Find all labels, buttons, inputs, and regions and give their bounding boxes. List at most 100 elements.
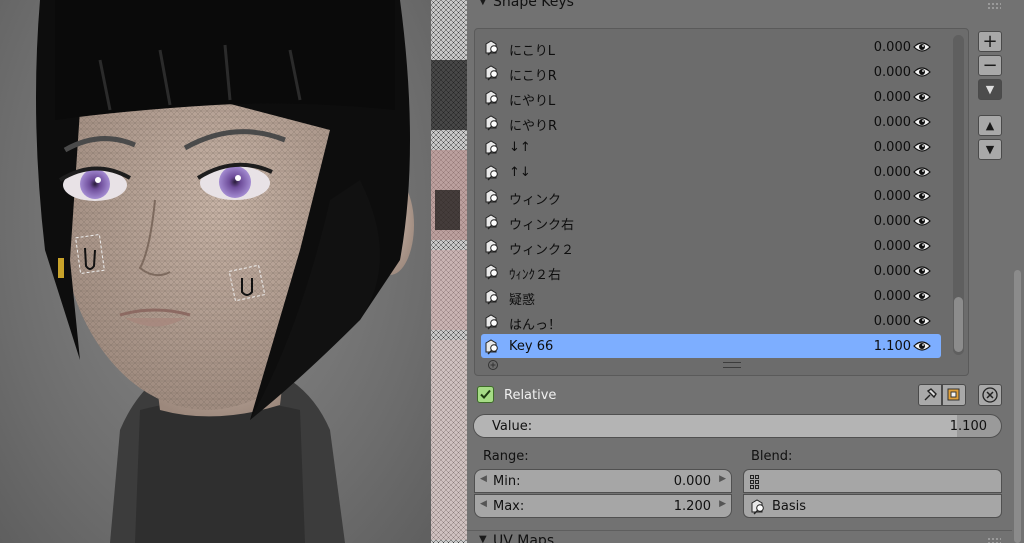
shape-key-name[interactable]: にやりR	[509, 115, 557, 134]
collapse-triangle-icon[interactable]: ▼	[479, 0, 487, 7]
dropdown-arrow-icon: ▼	[985, 83, 995, 96]
shape-key-icon	[483, 64, 501, 81]
eye-icon[interactable]	[913, 239, 931, 253]
min-value: 0.000	[673, 474, 711, 489]
shape-key-lock-button[interactable]	[918, 384, 942, 406]
shape-key-value[interactable]: 1.100	[853, 339, 911, 354]
shape-key-name[interactable]: ウィンク	[509, 189, 561, 208]
shape-key-row[interactable]: にこりR 0.000	[481, 60, 941, 84]
shape-key-name[interactable]: ｳｨﾝｸ２右	[509, 264, 561, 283]
shape-key-row[interactable]: ↓↑ 0.000	[481, 135, 941, 159]
list-scrollbar-thumb[interactable]	[954, 297, 963, 352]
shape-key-name[interactable]: ウィンク右	[509, 214, 574, 233]
relative-key-field[interactable]: Basis	[743, 494, 1002, 518]
shape-key-value-slider[interactable]: Value: 1.100	[473, 414, 1002, 438]
shape-key-row[interactable]: にやりL 0.000	[481, 85, 941, 109]
shape-key-value[interactable]: 0.000	[853, 165, 911, 180]
shape-key-edit-mode-button[interactable]	[942, 384, 966, 406]
shape-key-row[interactable]: ウィンク 0.000	[481, 184, 941, 208]
shape-key-icon	[483, 39, 501, 56]
shape-key-name[interactable]: Key 66	[509, 339, 553, 354]
eye-icon[interactable]	[913, 115, 931, 129]
properties-scrollbar[interactable]	[1014, 270, 1021, 543]
shape-key-row[interactable]: にこりL 0.000	[481, 35, 941, 59]
relative-key-value: Basis	[772, 499, 807, 514]
shape-key-row[interactable]: ウィンク２ 0.000	[481, 234, 941, 258]
increment-arrow-icon[interactable]: ▶	[719, 499, 726, 509]
relative-checkbox[interactable]	[477, 386, 494, 403]
eye-icon[interactable]	[913, 214, 931, 228]
shape-key-row[interactable]: ウィンク右 0.000	[481, 209, 941, 233]
vertex-group-icon	[750, 475, 759, 489]
eye-icon[interactable]	[913, 165, 931, 179]
shape-key-name[interactable]: にこりR	[509, 65, 557, 84]
eye-icon[interactable]	[913, 314, 931, 328]
shape-key-value[interactable]: 0.000	[853, 239, 911, 254]
shape-key-list[interactable]: にこりL 0.000 にこりR 0.000 にやりL 0.000 にやりR 0.000 ↓↑ 0.…	[474, 28, 969, 376]
vertex-group-field[interactable]	[743, 469, 1002, 493]
properties-panel: ▼ Shape Keys にこりL 0.000 にこりR 0.000 にやりL 0.000…	[467, 0, 1024, 543]
list-resize-handle[interactable]	[723, 362, 741, 368]
shape-key-name[interactable]: にやりL	[509, 90, 555, 109]
shape-key-value[interactable]: 0.000	[853, 214, 911, 229]
minus-icon: −	[982, 54, 998, 76]
shape-key-specials-menu-button[interactable]: ▼	[978, 79, 1002, 100]
decrement-arrow-icon[interactable]: ◀	[480, 499, 487, 509]
shape-key-name[interactable]: にこりL	[509, 40, 555, 59]
shape-keys-header[interactable]: ▼ Shape Keys	[467, 0, 1012, 14]
shape-key-row[interactable]: はんっ！ 0.000	[481, 309, 941, 333]
eye-icon[interactable]	[913, 289, 931, 303]
eye-icon[interactable]	[913, 189, 931, 203]
collapse-triangle-icon[interactable]: ▼	[479, 534, 487, 543]
shape-key-value[interactable]: 0.000	[853, 314, 911, 329]
range-min-field[interactable]: ◀ Min: 0.000 ▶	[474, 469, 732, 493]
shape-key-value[interactable]: 0.000	[853, 189, 911, 204]
shape-key-name[interactable]: はんっ！	[509, 314, 561, 333]
shape-key-name[interactable]: ↑↓	[509, 165, 531, 180]
max-label: Max:	[493, 499, 525, 514]
list-scrollbar[interactable]	[953, 35, 964, 355]
add-shape-key-button[interactable]: +	[978, 31, 1002, 52]
eye-icon[interactable]	[913, 339, 931, 353]
shape-key-row[interactable]: Key 66 1.100	[481, 333, 941, 358]
drag-grip-icon[interactable]	[987, 537, 1001, 543]
eye-icon[interactable]	[913, 90, 931, 104]
uv-maps-header[interactable]: ▼ UV Maps	[467, 530, 1012, 543]
eye-icon[interactable]	[913, 65, 931, 79]
shape-key-value[interactable]: 0.000	[853, 115, 911, 130]
uv-editor-strip[interactable]	[431, 0, 467, 543]
eye-icon[interactable]	[913, 264, 931, 278]
shape-key-name[interactable]: ↓↑	[509, 140, 531, 155]
shape-key-value[interactable]: 0.000	[853, 65, 911, 80]
shape-key-value[interactable]: 0.000	[853, 140, 911, 155]
drag-grip-icon[interactable]	[987, 2, 1001, 10]
shape-key-name[interactable]: ウィンク２	[509, 239, 574, 258]
move-down-button[interactable]: ▼	[978, 139, 1002, 160]
move-up-button[interactable]: ▲	[978, 115, 1002, 136]
shape-key-value[interactable]: 0.000	[853, 40, 911, 55]
3d-viewport[interactable]	[0, 0, 431, 543]
shape-key-value[interactable]: 0.000	[853, 264, 911, 279]
clear-shape-key-weights-button[interactable]	[978, 384, 1002, 406]
shape-key-icon	[483, 89, 501, 106]
shape-key-value[interactable]: 0.000	[853, 289, 911, 304]
shape-key-name[interactable]: 疑惑	[509, 289, 535, 308]
shape-key-row[interactable]: ｳｨﾝｸ２右 0.000	[481, 259, 941, 283]
filter-options-icon[interactable]	[487, 359, 499, 371]
panel-title: Shape Keys	[493, 0, 574, 10]
eye-icon[interactable]	[913, 140, 931, 154]
plus-icon: +	[982, 30, 998, 52]
shape-key-row[interactable]: ↑↓ 0.000	[481, 160, 941, 184]
eye-icon[interactable]	[913, 40, 931, 54]
remove-shape-key-button[interactable]: −	[978, 55, 1002, 76]
increment-arrow-icon[interactable]: ▶	[719, 474, 726, 484]
uv-maps-title: UV Maps	[493, 533, 555, 543]
range-max-field[interactable]: ◀ Max: 1.200 ▶	[474, 494, 732, 518]
shape-key-icon	[483, 288, 501, 305]
relative-label: Relative	[504, 388, 557, 403]
shape-key-value[interactable]: 0.000	[853, 90, 911, 105]
shape-key-row[interactable]: 疑惑 0.000	[481, 284, 941, 308]
shape-key-icon	[483, 213, 501, 230]
shape-key-row[interactable]: にやりR 0.000	[481, 110, 941, 134]
decrement-arrow-icon[interactable]: ◀	[480, 474, 487, 484]
